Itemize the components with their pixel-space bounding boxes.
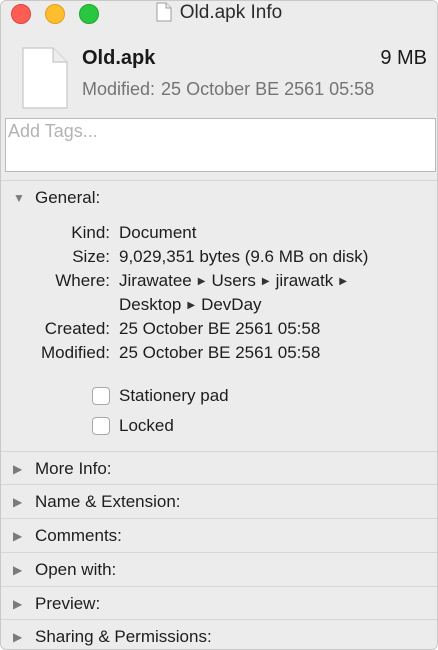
section-name-extension-label: Name & Extension:: [35, 492, 181, 511]
disclosure-triangle-right-icon[interactable]: ▶: [13, 630, 27, 644]
where-row: Where: Jirawatee ▶ Users ▶ jirawatk ▶: [1, 271, 437, 295]
window-title: Old.apk Info: [179, 2, 283, 23]
modified-value: 25 October BE 2561 05:58: [119, 343, 321, 362]
section-comments[interactable]: ▶ Comments:: [13, 526, 122, 546]
path-arrow-icon: ▶: [187, 300, 196, 311]
locked-label[interactable]: Locked: [119, 416, 174, 436]
file-header: Old.apk 9 MB Modified: 25 October BE 2561…: [1, 28, 437, 114]
created-row: Created: 25 October BE 2561 05:58: [1, 319, 437, 343]
section-preview-label: Preview:: [35, 594, 101, 613]
section-more-info[interactable]: ▶ More Info:: [13, 459, 112, 479]
section-name-extension[interactable]: ▶ Name & Extension:: [13, 492, 181, 512]
section-general[interactable]: ▼ General:: [13, 188, 100, 208]
window-title-group: Old.apk Info: [1, 2, 437, 28]
divider: [1, 451, 437, 452]
path-arrow-icon: ▶: [261, 276, 270, 287]
divider: [1, 619, 437, 620]
size-label: Size:: [72, 247, 110, 266]
divider: [1, 586, 437, 587]
document-small-icon: [156, 2, 172, 28]
where-path-line2: Desktop ▶ DevDay: [119, 295, 262, 315]
disclosure-triangle-right-icon[interactable]: ▶: [13, 495, 27, 509]
disclosure-triangle-right-icon[interactable]: ▶: [13, 529, 27, 543]
kind-value: Document: [119, 223, 197, 242]
where-row-cont: Desktop ▶ DevDay: [1, 295, 437, 319]
disclosure-triangle-right-icon[interactable]: ▶: [13, 462, 27, 476]
path-segment: Jirawatee: [119, 271, 192, 290]
stationery-pad-checkbox[interactable]: [92, 387, 110, 405]
where-label: Where:: [55, 271, 110, 290]
section-open-with[interactable]: ▶ Open with:: [13, 560, 116, 580]
path-segment: jirawatk: [275, 271, 334, 290]
section-sharing-permissions[interactable]: ▶ Sharing & Permissions:: [13, 627, 212, 647]
section-more-info-label: More Info:: [35, 459, 112, 478]
divider: [1, 180, 437, 181]
header-modified-label: Modified:: [82, 79, 156, 99]
divider: [1, 484, 437, 485]
title-bar[interactable]: Old.apk Info: [1, 1, 437, 28]
path-arrow-icon: ▶: [339, 276, 347, 287]
where-path-line1: Jirawatee ▶ Users ▶ jirawatk ▶: [119, 271, 353, 291]
section-preview[interactable]: ▶ Preview:: [13, 594, 100, 614]
path-segment: Desktop: [119, 295, 182, 314]
stationery-pad-label[interactable]: Stationery pad: [119, 386, 229, 406]
section-general-label: General:: [35, 188, 101, 207]
file-size: 9 MB: [380, 47, 427, 69]
disclosure-triangle-right-icon[interactable]: ▶: [13, 563, 27, 577]
file-name: Old.apk: [82, 47, 156, 69]
modified-label: Modified:: [41, 343, 110, 362]
section-open-with-label: Open with:: [35, 560, 117, 579]
disclosure-triangle-down-icon[interactable]: ▼: [13, 191, 27, 205]
header-modified: Modified: 25 October BE 2561 05:58: [82, 79, 374, 100]
path-segment: Users: [211, 271, 256, 290]
locked-checkbox[interactable]: [92, 417, 110, 435]
path-arrow-icon: ▶: [197, 276, 206, 287]
divider: [1, 552, 437, 553]
kind-row: Kind: Document: [1, 223, 437, 247]
disclosure-triangle-right-icon[interactable]: ▶: [13, 597, 27, 611]
modified-row: Modified: 25 October BE 2561 05:58: [1, 343, 437, 367]
divider: [1, 518, 437, 519]
section-comments-label: Comments:: [35, 526, 122, 545]
section-sharing-permissions-label: Sharing & Permissions:: [35, 627, 212, 646]
document-icon: [21, 47, 69, 114]
created-label: Created:: [44, 319, 110, 338]
path-segment: DevDay: [201, 295, 262, 314]
info-window: Old.apk Info Old.apk 9 MB Modified: 25 Oc…: [0, 0, 438, 650]
kind-label: Kind:: [71, 223, 110, 242]
header-modified-value: 25 October BE 2561 05:58: [161, 79, 375, 99]
size-value: 9,029,351 bytes (9.6 MB on disk): [119, 247, 369, 266]
created-value: 25 October BE 2561 05:58: [119, 319, 321, 338]
size-row: Size: 9,029,351 bytes (9.6 MB on disk): [1, 247, 437, 271]
tags-input[interactable]: Add Tags...: [5, 118, 436, 172]
